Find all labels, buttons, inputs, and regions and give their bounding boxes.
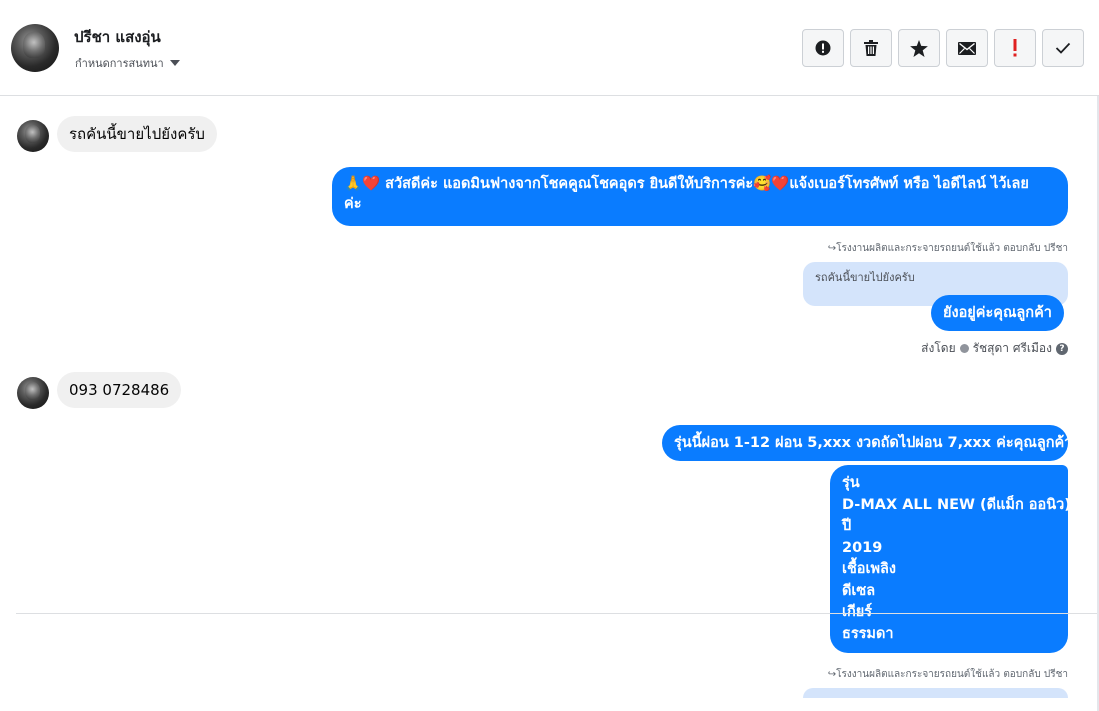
reply-meta: ↪โรงงานผลิตและกระจายรถยนต์ใช้แล้ว ตอบกลั…: [827, 243, 1068, 254]
caret-down-icon: [169, 60, 180, 66]
reply-meta: ↪โรงงานผลิตและกระจายรถยนต์ใช้แล้ว ตอบกลั…: [827, 669, 1068, 680]
incoming-message[interactable]: 093 0728486: [57, 372, 182, 408]
message-thread[interactable]: รถคันนี้ขายไปยังครับ 🙏❤️ สวัสดีค่ะ แอดมิ…: [0, 96, 1099, 711]
delete-button[interactable]: [850, 29, 892, 67]
exclamation-icon: [1013, 39, 1017, 57]
quoted-message[interactable]: [803, 688, 1068, 698]
outgoing-message[interactable]: รุ่นนี้ผ่อน 1-12 ผ่อน 5,xxx งวดถัดไปผ่อน…: [662, 425, 1072, 461]
mark-unread-button[interactable]: [946, 29, 988, 67]
message-line: 🙏❤️ สวัสดีค่ะ แอดมินฟางจากโชคคูณโชคอุดร …: [344, 176, 1029, 192]
sender-avatar[interactable]: [17, 120, 49, 152]
conversation-settings-label: กำหนดการสนทนา: [75, 57, 164, 70]
message-line: รุ่น: [842, 475, 860, 491]
message-line: ค่ะ: [344, 196, 362, 212]
sent-by-name[interactable]: รัชสุดา ศรีเมือง: [973, 339, 1052, 358]
message-line: 2019: [842, 539, 883, 556]
sent-by-label: ส่งโดย: [921, 341, 956, 355]
done-button[interactable]: [1042, 29, 1084, 67]
message-line: ธรรมดา: [842, 625, 894, 642]
star-icon: [910, 39, 928, 57]
important-button[interactable]: [994, 29, 1036, 67]
check-icon: [1055, 42, 1071, 54]
message-line: เชื้อเพลิง: [842, 561, 896, 577]
agent-status-icon: [959, 344, 969, 353]
star-button[interactable]: [898, 29, 940, 67]
conversation-toolbar: [802, 29, 1084, 67]
outgoing-message[interactable]: 🙏❤️ สวัสดีค่ะ แอดมินฟางจากโชคคูณโชคอุดร …: [332, 167, 1068, 226]
outgoing-message[interactable]: ยังอยู่ค่ะคุณลูกค้า: [931, 295, 1064, 331]
message-line: ดีเซล: [842, 582, 876, 599]
trash-icon: [864, 40, 878, 56]
message-line: ปี: [842, 518, 852, 534]
help-icon[interactable]: ?: [1056, 342, 1068, 355]
alert-circle-icon: [815, 40, 831, 56]
report-button[interactable]: [802, 29, 844, 67]
outgoing-message[interactable]: รุ่น D-MAX ALL NEW (ดีแม็ก ออนิว) ปี 2019 เช…: [830, 465, 1071, 653]
message-line: D-MAX ALL NEW (ดีแม็ก ออนิว): [842, 496, 1071, 513]
contact-avatar[interactable]: [11, 24, 59, 72]
contact-name[interactable]: ปรีชา แสงอุ่น: [74, 25, 161, 49]
sender-avatar[interactable]: [17, 377, 49, 409]
sent-by-info: ส่งโดย รัชสุดา ศรีเมือง ?: [921, 339, 1068, 358]
conversation-header: ปรีชา แสงอุ่น กำหนดการสนทนา: [0, 0, 1099, 96]
incoming-message[interactable]: รถคันนี้ขายไปยังครับ: [57, 116, 217, 152]
envelope-icon: [958, 41, 976, 55]
composer-divider: [16, 613, 1099, 614]
conversation-settings-dropdown[interactable]: กำหนดการสนทนา: [75, 54, 180, 72]
